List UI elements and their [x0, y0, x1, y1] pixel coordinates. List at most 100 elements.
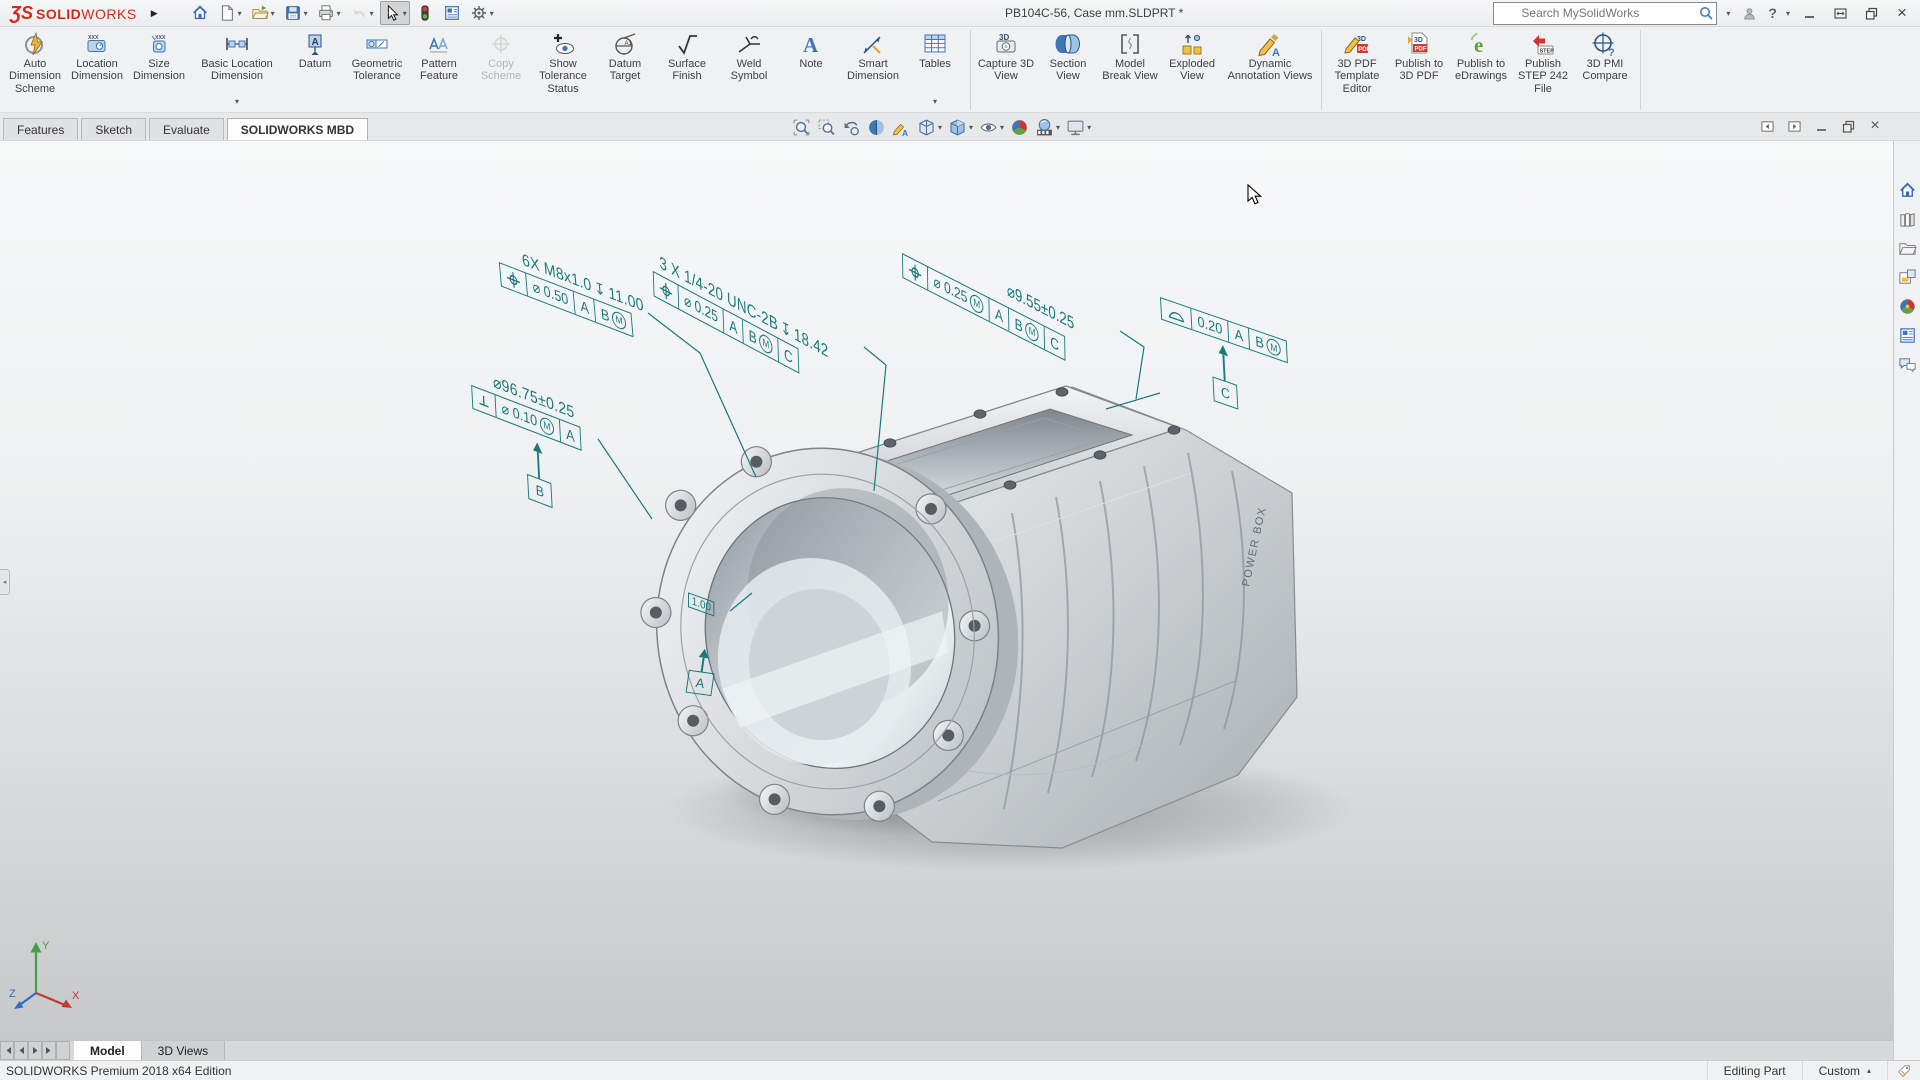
last-tab-button[interactable] [42, 1041, 56, 1060]
dropdown-caret-icon[interactable]: ▾ [370, 9, 374, 18]
login-icon[interactable] [1737, 3, 1761, 23]
close-button[interactable]: × [1890, 3, 1914, 23]
first-tab-button[interactable] [0, 1041, 14, 1060]
tab-features[interactable]: Features [3, 118, 78, 140]
dynamic-annotation-views-hud-button[interactable]: A [890, 117, 913, 138]
tab-sketch[interactable]: Sketch [81, 118, 146, 140]
ribbon-button-pattern-feature[interactable]: Pattern Feature [408, 30, 470, 108]
dropdown-caret-icon[interactable]: ▾ [304, 9, 308, 18]
minimize-button[interactable] [1797, 3, 1821, 23]
dropdown-caret-icon[interactable]: ▾ [238, 9, 242, 18]
dropdown-caret-icon[interactable]: ▾ [403, 9, 407, 18]
display-style-button[interactable]: ▾ [946, 117, 975, 138]
dropdown-caret-icon[interactable]: ▾ [1056, 123, 1060, 132]
collapse-right-pane-icon[interactable] [1785, 118, 1803, 134]
dropdown-caret-icon[interactable]: ▾ [933, 98, 937, 107]
ribbon-button-surface-finish[interactable]: Surface Finish [656, 30, 718, 108]
orientation-triad[interactable]: Y X Z [8, 933, 88, 1018]
ribbon-button-tables[interactable]: Tables▾ [904, 30, 966, 108]
search-scope-caret[interactable]: ▾ [1726, 9, 1730, 18]
ribbon-button-auto-dimension-scheme[interactable]: Auto Dimension Scheme [4, 30, 66, 108]
search-input[interactable] [1517, 6, 1698, 20]
ribbon-button-datum[interactable]: ADatum [284, 30, 346, 108]
save-button[interactable]: ▾ [281, 1, 311, 25]
new-document-button[interactable]: ▾ [215, 1, 245, 25]
previous-view-button[interactable] [840, 117, 863, 138]
edit-appearance-button[interactable] [1008, 117, 1031, 138]
menu-flyout-arrow-icon[interactable]: ▶ [151, 8, 158, 19]
dropdown-caret-icon[interactable]: ▾ [235, 98, 239, 107]
options-button[interactable]: ▾ [467, 1, 497, 25]
collapse-left-pane-icon[interactable] [1758, 118, 1776, 134]
doc-restore-button[interactable] [1839, 118, 1857, 134]
ribbon-button-capture-3d-view[interactable]: 3DCapture 3D View [975, 30, 1037, 108]
help-caret[interactable]: ▾ [1786, 9, 1790, 18]
home-pane-button[interactable] [1896, 179, 1919, 201]
home-button[interactable] [188, 1, 212, 25]
view-orientation-button[interactable]: ▾ [915, 117, 944, 138]
tab-3d-views[interactable]: 3D Views [142, 1041, 225, 1060]
tab-splitter-handle[interactable] [56, 1041, 70, 1060]
datum-feature-c[interactable]: C [1211, 341, 1239, 410]
ribbon-button-publish-step-242-file[interactable]: STEPPublish STEP 242 File [1512, 30, 1574, 108]
graphics-viewport[interactable]: POWER BOX ◂ 6X M8x1.0↧11.00 ⌀ 0.50 A BM … [0, 141, 1893, 1040]
datum-feature-b[interactable]: B [525, 438, 552, 509]
dropdown-caret-icon[interactable]: ▾ [1000, 123, 1004, 132]
ribbon-button-model-break-view[interactable]: Model Break View [1099, 30, 1161, 108]
dropdown-caret-icon[interactable]: ▾ [490, 9, 494, 18]
resize-button[interactable] [1828, 3, 1852, 23]
next-tab-button[interactable] [28, 1041, 42, 1060]
rebuild-button[interactable] [413, 1, 437, 25]
ribbon-button-basic-location-dimension[interactable]: Basic Location Dimension▾ [190, 30, 284, 108]
doc-close-button[interactable]: × [1866, 118, 1884, 134]
file-properties-button[interactable] [440, 1, 464, 25]
tab-evaluate[interactable]: Evaluate [149, 118, 224, 140]
ribbon-button-weld-symbol[interactable]: Weld Symbol [718, 30, 780, 108]
previous-tab-button[interactable] [14, 1041, 28, 1060]
dropdown-caret-icon[interactable]: ▾ [337, 9, 341, 18]
search-box[interactable]: MySW [1493, 2, 1717, 25]
view-settings-button[interactable]: ▾ [1064, 117, 1093, 138]
ribbon-button-show-tolerance-status[interactable]: Show Tolerance Status [532, 30, 594, 108]
ribbon-button-smart-dimension[interactable]: Smart Dimension [842, 30, 904, 108]
solidworks-forum-button[interactable] [1896, 353, 1919, 375]
view-palette-button[interactable] [1896, 266, 1919, 288]
help-button[interactable]: ? [1768, 5, 1777, 21]
search-icon[interactable] [1698, 5, 1716, 21]
zoom-to-area-button[interactable] [815, 117, 838, 138]
section-view-hud-button[interactable] [865, 117, 888, 138]
custom-properties-button[interactable] [1896, 324, 1919, 346]
ribbon-button-size-dimension[interactable]: xxxSize Dimension [128, 30, 190, 108]
units-selector[interactable]: Custom▴ [1802, 1061, 1887, 1080]
design-library-button[interactable] [1896, 208, 1919, 230]
appearances-button[interactable] [1896, 295, 1919, 317]
ribbon-button-geometric-tolerance[interactable]: Geometric Tolerance [346, 30, 408, 108]
ribbon-button-3d-pmi-compare[interactable]: ?3D PMI Compare [1574, 30, 1636, 108]
ribbon-button-dynamic-annotation-views[interactable]: ADynamic Annotation Views [1223, 30, 1317, 108]
tab-solidworks-mbd[interactable]: SOLIDWORKS MBD [227, 118, 368, 140]
doc-minimize-button[interactable] [1812, 118, 1830, 134]
select-button[interactable]: ▾ [380, 1, 410, 25]
feature-tree-collapse-tab[interactable]: ◂ [0, 569, 10, 595]
ribbon-button-publish-to-edrawings[interactable]: ePublish to eDrawings [1450, 30, 1512, 108]
open-document-button[interactable]: ▾ [248, 1, 278, 25]
dropdown-caret-icon[interactable]: ▾ [938, 123, 942, 132]
ribbon-button-exploded-view[interactable]: Exploded View [1161, 30, 1223, 108]
dropdown-caret-icon[interactable]: ▾ [1087, 123, 1091, 132]
ribbon-button-note[interactable]: ANote [780, 30, 842, 108]
file-explorer-button[interactable] [1896, 237, 1919, 259]
ribbon-button-3d-pdf-template-editor[interactable]: 3DPDF3D PDF Template Editor [1326, 30, 1388, 108]
print-button[interactable]: ▾ [314, 1, 344, 25]
zoom-to-fit-button[interactable] [790, 117, 813, 138]
ribbon-button-publish-to-3d-pdf[interactable]: 3DPDFPublish to 3D PDF [1388, 30, 1450, 108]
ribbon-button-section-view[interactable]: Section View [1037, 30, 1099, 108]
ribbon-button-datum-target[interactable]: A1Datum Target [594, 30, 656, 108]
restore-button[interactable] [1859, 3, 1883, 23]
dropdown-caret-icon[interactable]: ▾ [969, 123, 973, 132]
tag-button[interactable] [1887, 1061, 1920, 1080]
hide-show-items-button[interactable]: ▾ [977, 117, 1006, 138]
apply-scene-button[interactable]: ▾ [1033, 117, 1062, 138]
dropdown-caret-icon[interactable]: ▾ [271, 9, 275, 18]
ribbon-button-location-dimension[interactable]: xxxLocation Dimension [66, 30, 128, 108]
tab-model[interactable]: Model [74, 1041, 142, 1060]
